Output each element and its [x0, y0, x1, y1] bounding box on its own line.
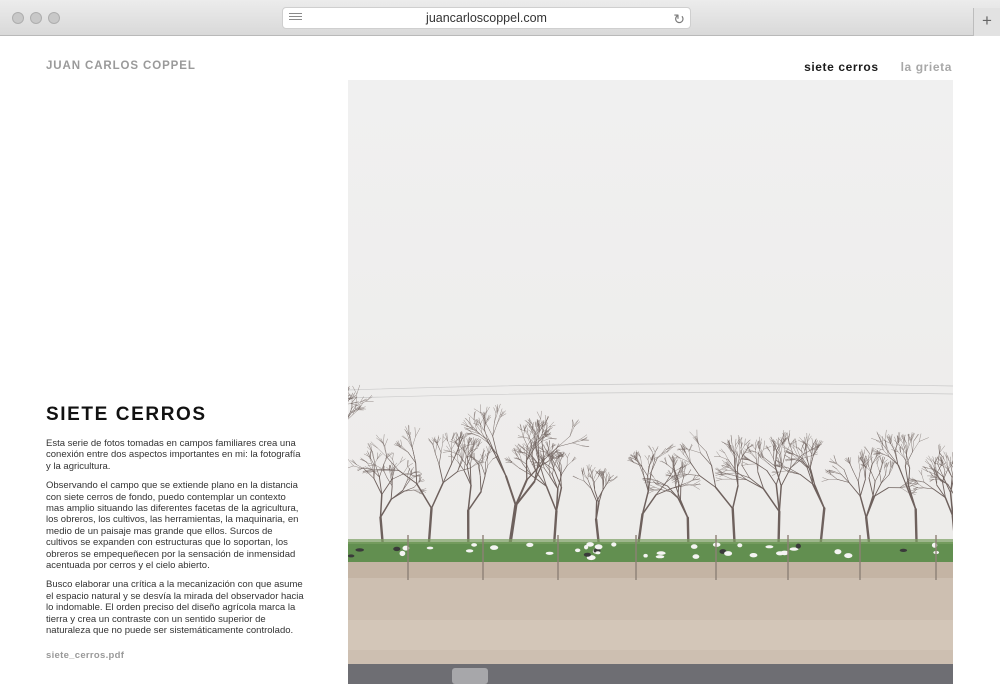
paragraph-2: Observando el campo que se extiende plan…	[46, 480, 299, 572]
project-photo[interactable]	[348, 80, 953, 684]
new-tab-button[interactable]: +	[973, 8, 1000, 36]
url-text: juancarloscoppel.com	[426, 11, 547, 25]
project-nav: siete cerros la grieta	[786, 60, 952, 74]
paragraph-3: Busco elaborar una crítica a la mecaniza…	[46, 579, 304, 637]
project-heading: SIETE CERROS	[46, 404, 207, 425]
road	[348, 664, 953, 684]
grass-band	[348, 542, 953, 562]
browser-toolbar: juancarloscoppel.com ↻ +	[0, 0, 1000, 36]
paragraph-1: Esta serie de fotos tomadas en campos fa…	[46, 438, 301, 472]
reload-icon[interactable]: ↻	[673, 9, 685, 29]
address-bar[interactable]: juancarloscoppel.com ↻	[282, 7, 691, 29]
close-window-button[interactable]	[12, 12, 24, 24]
nav-la-grieta[interactable]: la grieta	[901, 60, 952, 74]
reader-view-icon[interactable]	[289, 13, 302, 23]
site-title[interactable]: JUAN CARLOS COPPEL	[46, 60, 196, 72]
nav-siete-cerros[interactable]: siete cerros	[804, 60, 879, 74]
pdf-download-link[interactable]: siete_cerros.pdf	[46, 650, 124, 661]
minimize-window-button[interactable]	[30, 12, 42, 24]
zoom-window-button[interactable]	[48, 12, 60, 24]
project-description: SIETE CERROS Esta serie de fotos tomadas…	[46, 404, 306, 663]
